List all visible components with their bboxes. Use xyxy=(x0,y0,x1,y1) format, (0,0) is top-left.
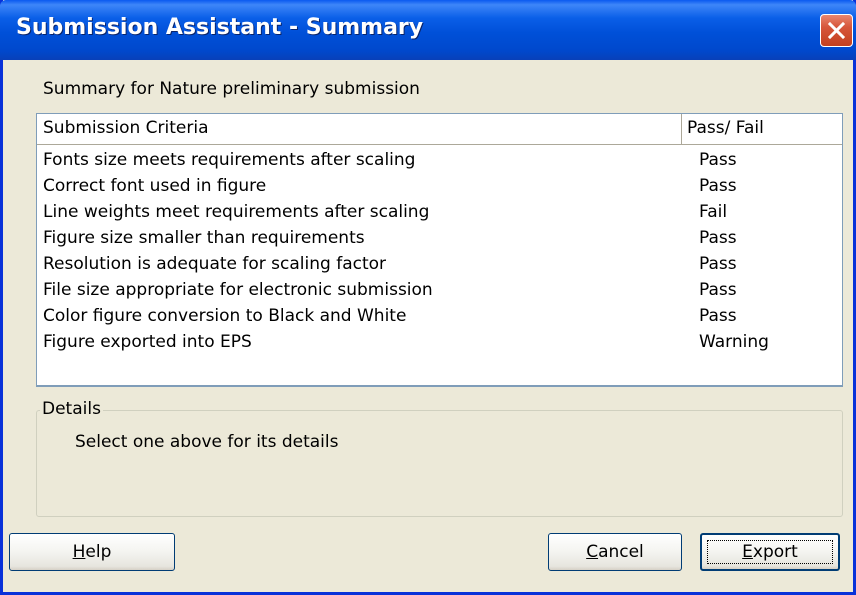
details-text: Select one above for its details xyxy=(75,432,339,452)
cancel-button[interactable]: Cancel xyxy=(548,533,682,571)
cancel-label-rest: ancel xyxy=(598,542,644,562)
list-item[interactable]: Fonts size meets requirements after scal… xyxy=(37,147,842,173)
list-item[interactable]: Color figure conversion to Black and Whi… xyxy=(37,303,842,329)
result-cell: Pass xyxy=(699,254,737,274)
criteria-cell: Fonts size meets requirements after scal… xyxy=(43,150,416,170)
criteria-cell: Figure exported into EPS xyxy=(43,332,252,352)
details-groupbox: Details Select one above for its details xyxy=(36,399,843,517)
export-label-rest: xport xyxy=(752,542,798,562)
criteria-cell: Figure size smaller than requirements xyxy=(43,228,365,248)
list-item[interactable]: File size appropriate for electronic sub… xyxy=(37,277,842,303)
dialog-window: Submission Assistant - Summary Summary f… xyxy=(0,0,856,595)
help-mnemonic: H xyxy=(72,542,86,562)
title-bar[interactable]: Submission Assistant - Summary xyxy=(0,0,856,60)
list-item[interactable]: Resolution is adequate for scaling facto… xyxy=(37,251,842,277)
result-cell: Pass xyxy=(699,228,737,248)
list-item[interactable]: Correct font used in figure Pass xyxy=(37,173,842,199)
criteria-cell: File size appropriate for electronic sub… xyxy=(43,280,433,300)
result-cell: Warning xyxy=(699,332,769,352)
column-header-criteria[interactable]: Submission Criteria xyxy=(37,114,682,144)
help-button[interactable]: Help xyxy=(9,533,175,571)
list-item[interactable]: Line weights meet requirements after sca… xyxy=(37,199,842,225)
criteria-list[interactable]: Submission Criteria Pass/ Fail Fonts siz… xyxy=(36,113,843,387)
details-legend: Details xyxy=(40,399,103,419)
result-cell: Pass xyxy=(699,176,737,196)
export-button[interactable]: Export xyxy=(700,533,840,571)
close-icon xyxy=(827,21,846,40)
window-title: Submission Assistant - Summary xyxy=(16,15,424,40)
criteria-cell: Correct font used in figure xyxy=(43,176,267,196)
column-header-pass-fail[interactable]: Pass/ Fail xyxy=(682,114,832,144)
list-header: Submission Criteria Pass/ Fail xyxy=(37,114,842,145)
criteria-cell: Color figure conversion to Black and Whi… xyxy=(43,306,407,326)
list-rows: Fonts size meets requirements after scal… xyxy=(37,147,842,355)
criteria-cell: Line weights meet requirements after sca… xyxy=(43,202,430,222)
cancel-mnemonic: C xyxy=(586,542,599,562)
close-button[interactable] xyxy=(820,14,853,47)
help-label-rest: elp xyxy=(85,542,112,562)
export-mnemonic: E xyxy=(742,542,753,562)
summary-label: Summary for Nature preliminary submissio… xyxy=(43,79,420,99)
result-cell: Fail xyxy=(699,202,728,222)
result-cell: Pass xyxy=(699,306,737,326)
result-cell: Pass xyxy=(699,280,737,300)
list-item[interactable]: Figure size smaller than requirements Pa… xyxy=(37,225,842,251)
criteria-cell: Resolution is adequate for scaling facto… xyxy=(43,254,387,274)
list-item[interactable]: Figure exported into EPS Warning xyxy=(37,329,842,355)
result-cell: Pass xyxy=(699,150,737,170)
